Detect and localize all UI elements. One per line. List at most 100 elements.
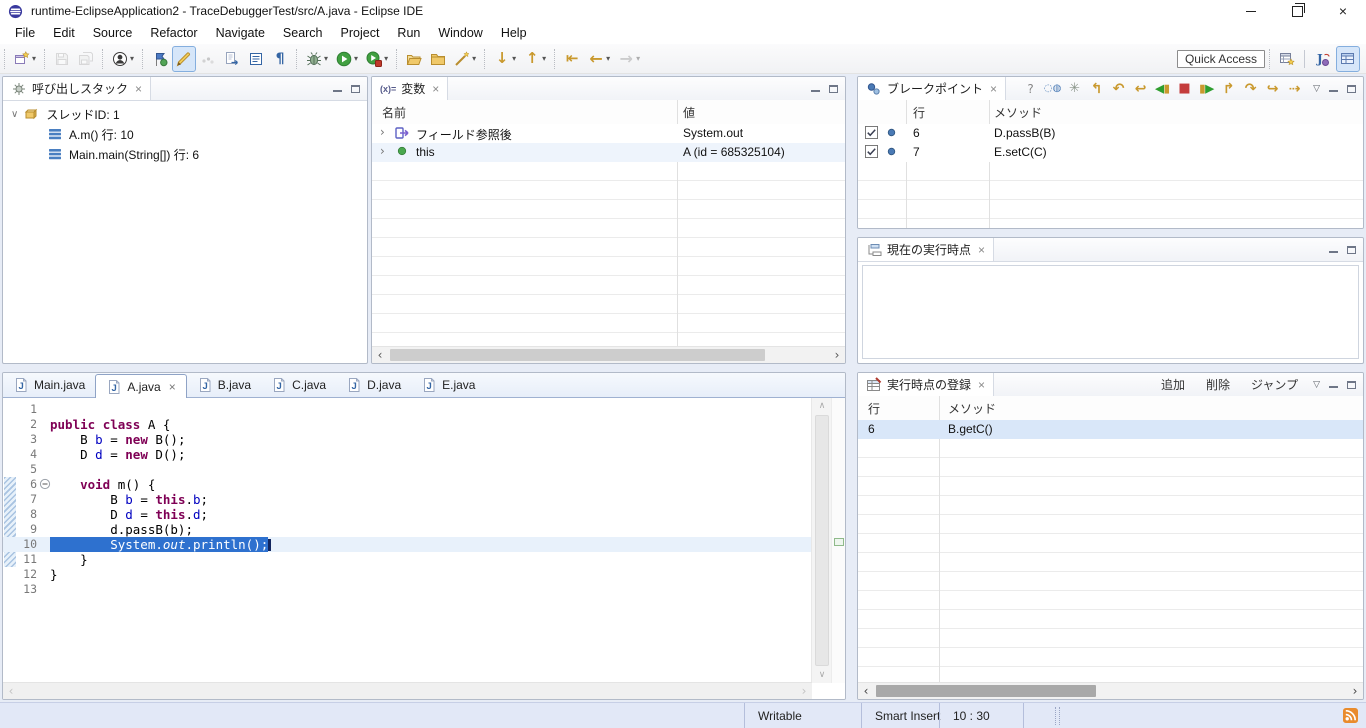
maximize-view-icon[interactable] [1347,85,1356,93]
line-number[interactable]: 2 [3,417,37,432]
minimize-button[interactable] [1228,0,1274,22]
breakpoint-checkbox[interactable] [865,126,878,139]
close-icon[interactable]: × [169,380,176,394]
open-task-button[interactable] [402,46,426,72]
dropdown-arrow-icon[interactable]: ▾ [472,54,476,63]
code-text[interactable]: d.passB(b); [50,522,193,537]
scroll-left-icon[interactable]: ‹ [3,683,19,699]
maximize-view-icon[interactable] [351,85,360,93]
delete-button[interactable]: 削除 [1200,376,1236,393]
run-to-line-button[interactable]: ⇢ [1285,79,1304,98]
editor-tab-E.java[interactable]: JE.java [411,373,485,397]
code-text[interactable]: B b = new B(); [50,432,185,447]
show-whitespace-button[interactable]: ¶ [268,46,292,72]
minimize-view-icon[interactable] [1329,251,1338,253]
code-text[interactable]: void m() { [50,477,155,492]
variable-row[interactable]: › フィールド参照後 System.out [372,124,845,143]
close-icon[interactable]: × [978,243,985,257]
thread-node[interactable]: ∨ スレッドID: 1 [3,104,367,124]
open-folder-button[interactable]: ? [1021,79,1040,98]
expander-icon[interactable]: › [380,125,385,139]
new-wizard-button[interactable]: ▾ [10,46,40,72]
run-button[interactable]: ▾ [332,46,362,72]
line-number[interactable]: 4 [3,447,37,462]
menu-help[interactable]: Help [492,24,536,42]
user-profile-button[interactable]: ▾ [108,46,138,72]
restore-button[interactable] [1274,0,1320,22]
code-text[interactable]: D d = this.d; [50,507,208,522]
add-button[interactable]: 追加 [1155,376,1191,393]
show-outline-button[interactable] [244,46,268,72]
maximize-view-icon[interactable] [1347,246,1356,254]
current-execution-tab[interactable]: 現在の実行時点 × [858,238,994,261]
run-coverage-button[interactable]: ▾ [362,46,392,72]
exec-point-row[interactable]: 6 B.getC() [858,420,1363,439]
scroll-right-icon[interactable]: › [1347,683,1363,699]
breakpoint-row[interactable]: 6 D.passB(B) [858,124,1363,143]
skip-all-breakpoints-button[interactable]: ◌◍ [1043,79,1062,98]
highlight-trace-button[interactable] [172,46,196,72]
close-icon[interactable]: × [135,82,142,96]
chevron-down-icon[interactable]: ∨ [11,109,18,120]
dropdown-arrow-icon[interactable]: ▾ [32,54,36,63]
menu-edit[interactable]: Edit [44,24,84,42]
stack-frame-row[interactable]: Main.main(String[]) 行: 6 [3,144,367,164]
line-number[interactable]: 8 [3,507,37,522]
step-back-return-button[interactable]: ↩ [1131,79,1150,98]
breakpoints-tab[interactable]: ブレークポイント × [858,77,1006,100]
dropdown-arrow-icon[interactable]: ▾ [636,54,640,63]
scroll-left-icon[interactable]: ‹ [372,347,388,363]
step-back-over-button[interactable]: ↶ [1109,79,1128,98]
quick-access-box[interactable]: Quick Access [1177,50,1265,68]
code-text[interactable]: } [50,552,88,567]
dropdown-arrow-icon[interactable]: ▾ [606,54,610,63]
step-into-button[interactable]: ↱ [1219,79,1238,98]
scroll-right-icon[interactable]: › [829,347,845,363]
editor-tab-A.java[interactable]: JA.java× [95,374,186,398]
overview-marker[interactable] [834,538,844,546]
debug-trace-button[interactable]: ✳ [1065,79,1084,98]
scroll-right-icon[interactable]: › [796,683,812,699]
menu-source[interactable]: Source [84,24,142,42]
save-all-button[interactable] [74,46,98,72]
editor-tab-B.java[interactable]: JB.java [187,373,261,397]
variable-row[interactable]: › this A (id = 685325104) [372,143,845,162]
expander-icon[interactable]: › [380,144,385,158]
close-icon[interactable]: × [990,82,997,96]
step-back-into-button[interactable]: ↰ [1087,79,1106,98]
editor-tab-Main.java[interactable]: JMain.java [3,373,95,397]
forward-button[interactable]: →▾ [614,46,644,72]
code-text[interactable]: D d = new D(); [50,447,185,462]
terminate-button[interactable]: ■ [1175,79,1194,98]
code-editor[interactable]: 12public class A {3 B b = new B();4 D d … [3,398,812,683]
scroll-up-icon[interactable]: ∧ [812,398,832,414]
open-perspective-button[interactable] [1275,46,1299,72]
stack-frame-row[interactable]: A.m() 行: 10 [3,124,367,144]
dropdown-arrow-icon[interactable]: ▾ [512,54,516,63]
link-with-editor-button[interactable] [220,46,244,72]
menu-navigate[interactable]: Navigate [207,24,274,42]
line-number[interactable]: 9 [3,522,37,537]
line-number[interactable]: 3 [3,432,37,447]
menu-search[interactable]: Search [274,24,332,42]
menu-refactor[interactable]: Refactor [141,24,206,42]
line-number[interactable]: 12 [3,567,37,582]
line-number[interactable]: 13 [3,582,37,597]
jump-button[interactable]: ジャンプ [1245,376,1304,393]
dropdown-arrow-icon[interactable]: ▾ [324,54,328,63]
maximize-view-icon[interactable] [1347,381,1356,389]
call-stack-tab[interactable]: 呼び出しスタック × [3,77,151,100]
editor-vscrollbar[interactable]: ∧ ∨ [811,398,832,683]
save-button[interactable] [50,46,74,72]
view-menu-icon[interactable]: ▽ [1313,84,1320,94]
close-icon[interactable]: × [978,378,985,392]
menu-window[interactable]: Window [429,24,491,42]
maximize-view-icon[interactable] [829,85,838,93]
step-over-button[interactable]: ↷ [1241,79,1260,98]
code-text[interactable]: B b = this.b; [50,492,208,507]
java-perspective-button[interactable]: J [1310,46,1334,72]
dropdown-arrow-icon[interactable]: ▾ [354,54,358,63]
variables-tab[interactable]: (x)= 変数 × [372,77,448,100]
minimize-view-icon[interactable] [1329,386,1338,388]
minimize-view-icon[interactable] [1329,90,1338,92]
